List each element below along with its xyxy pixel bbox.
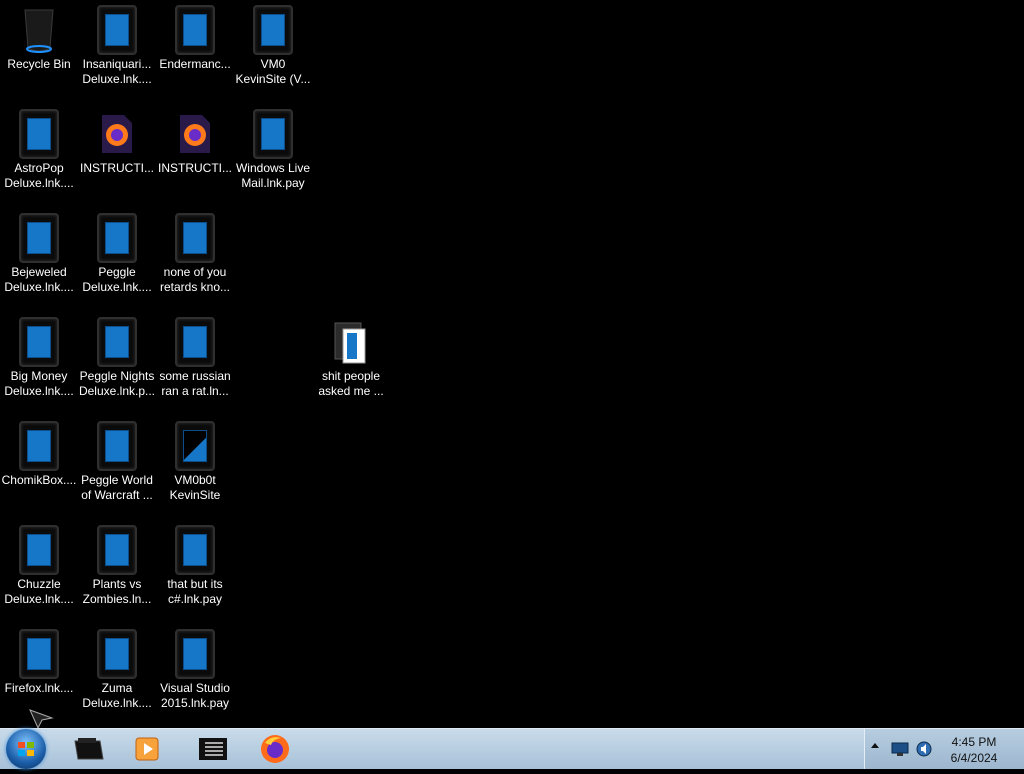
clock-date: 6/4/2024 (950, 751, 998, 765)
icon-label: Endermanc... (159, 57, 231, 71)
icon-label: Big Money Deluxe.lnk.... (4, 369, 74, 398)
icon-label: Firefox.lnk.... (4, 681, 74, 695)
network-icon[interactable] (891, 741, 909, 762)
shortcut-icon (16, 629, 62, 679)
shortcut-icon (16, 317, 62, 367)
desktop-icon-windows-live-mail[interactable]: Windows Live Mail.lnk.pay (234, 104, 312, 202)
taskbar: 4:45 PM 6/4/2024 (0, 728, 1024, 769)
icon-label: some russian ran a rat.ln... (159, 369, 231, 398)
desktop-folder-shit-people[interactable]: shit people asked me ... (312, 312, 390, 410)
recycle-bin[interactable]: Recycle Bin (0, 0, 78, 98)
show-hidden-icon[interactable] (871, 743, 879, 748)
notepad-icon (199, 738, 227, 760)
desktop-icon-none-of-you[interactable]: none of you retards kno... (156, 208, 234, 306)
shortcut-icon (172, 421, 218, 471)
shortcut-icon (94, 5, 140, 55)
icon-label: VM0b0t KevinSite (169, 473, 221, 502)
shortcut-icon (94, 421, 140, 471)
icon-label: none of you retards kno... (159, 265, 231, 294)
icon-label: AstroPop Deluxe.lnk.... (4, 161, 74, 190)
desktop-icon-big-money[interactable]: Big Money Deluxe.lnk.... (0, 312, 78, 410)
shortcut-icon (94, 629, 140, 679)
shortcut-icon (16, 213, 62, 263)
icon-label: Peggle Nights Deluxe.lnk.p... (78, 369, 156, 398)
firefox-icon (261, 735, 289, 763)
desktop-icon-vm0b0t[interactable]: VM0b0t KevinSite (156, 416, 234, 514)
notification-area: 4:45 PM 6/4/2024 (864, 729, 1024, 769)
desktop-icon-astropop[interactable]: AstroPop Deluxe.lnk.... (0, 104, 78, 202)
icon-label: Plants vs Zombies.ln... (82, 577, 152, 606)
icon-label: Chuzzle Deluxe.lnk.... (4, 577, 74, 606)
shortcut-icon (250, 109, 296, 159)
icon-label: Bejeweled Deluxe.lnk.... (4, 265, 74, 294)
folder-icon (328, 317, 374, 367)
desktop-icon-chomikbox[interactable]: ChomikBox.... (0, 416, 78, 514)
shortcut-icon (94, 213, 140, 263)
desktop-icon-plants-vs-zombies[interactable]: Plants vs Zombies.ln... (78, 520, 156, 618)
desktop-icon-that-but-its-csharp[interactable]: that but its c#.lnk.pay (156, 520, 234, 618)
clock-time: 4:45 PM (951, 735, 997, 749)
desktop-icon-instructions-2[interactable]: INSTRUCTI... (156, 104, 234, 202)
icon-label: Insaniquari... Deluxe.lnk.... (82, 57, 152, 86)
taskbar-notepad[interactable] (188, 732, 238, 766)
shortcut-icon (250, 5, 296, 55)
shortcut-icon (16, 421, 62, 471)
desktop-icon-peggle-world[interactable]: Peggle World of Warcraft ... (78, 416, 156, 514)
icon-label: INSTRUCTI... (158, 161, 232, 175)
icon-label: Visual Studio 2015.lnk.pay (160, 681, 230, 710)
start-orb-icon (18, 742, 34, 756)
shortcut-icon (16, 525, 62, 575)
desktop-icon-instructions-1[interactable]: INSTRUCTI... (78, 104, 156, 202)
shortcut-icon (172, 213, 218, 263)
desktop-icon-some-russian[interactable]: some russian ran a rat.ln... (156, 312, 234, 410)
icon-label: INSTRUCTI... (80, 161, 154, 175)
desktop-icon-insaniquarium[interactable]: Insaniquari... Deluxe.lnk.... (78, 0, 156, 98)
desktop-icon-visual-studio[interactable]: Visual Studio 2015.lnk.pay (156, 624, 234, 722)
icon-label: Zuma Deluxe.lnk.... (82, 681, 152, 710)
system-clock[interactable]: 4:45 PM 6/4/2024 (931, 734, 1017, 766)
start-button[interactable] (6, 729, 46, 769)
shortcut-icon (172, 5, 218, 55)
shortcut-icon (172, 317, 218, 367)
icon-label: VM0 KevinSite (V... (235, 57, 311, 86)
recycle-bin-icon (16, 5, 62, 55)
icon-label: ChomikBox.... (1, 473, 77, 487)
desktop-icon-bejeweled[interactable]: Bejeweled Deluxe.lnk.... (0, 208, 78, 306)
desktop-icon-vm0-kevinsite[interactable]: VM0 KevinSite (V... (234, 0, 312, 98)
icon-label: Peggle World of Warcraft ... (81, 473, 153, 502)
shortcut-icon (172, 525, 218, 575)
shortcut-icon (16, 109, 62, 159)
firefox-file-icon (94, 109, 140, 159)
taskbar-explorer[interactable] (64, 732, 114, 766)
desktop-icon-zuma[interactable]: Zuma Deluxe.lnk.... (78, 624, 156, 722)
desktop: Recycle Bin AstroPop Deluxe.lnk.... Bejew… (0, 0, 1024, 728)
desktop-icon-chuzzle[interactable]: Chuzzle Deluxe.lnk.... (0, 520, 78, 618)
icon-label: that but its c#.lnk.pay (167, 577, 223, 606)
media-player-icon (135, 737, 159, 761)
taskbar-media-player[interactable] (122, 732, 172, 766)
explorer-icon (74, 738, 104, 760)
firefox-file-icon (172, 109, 218, 159)
icon-label: Windows Live Mail.lnk.pay (235, 161, 311, 190)
icon-label: Recycle Bin (7, 57, 71, 71)
icon-label: shit people asked me ... (318, 369, 384, 398)
shortcut-icon (94, 317, 140, 367)
desktop-icon-endermanch[interactable]: Endermanc... (156, 0, 234, 98)
desktop-icon-peggle[interactable]: Peggle Deluxe.lnk.... (78, 208, 156, 306)
icon-label: Peggle Deluxe.lnk.... (82, 265, 152, 294)
desktop-icon-peggle-nights[interactable]: Peggle Nights Deluxe.lnk.p... (78, 312, 156, 410)
taskbar-firefox[interactable] (250, 732, 300, 766)
shortcut-icon (94, 525, 140, 575)
shortcut-icon (172, 629, 218, 679)
